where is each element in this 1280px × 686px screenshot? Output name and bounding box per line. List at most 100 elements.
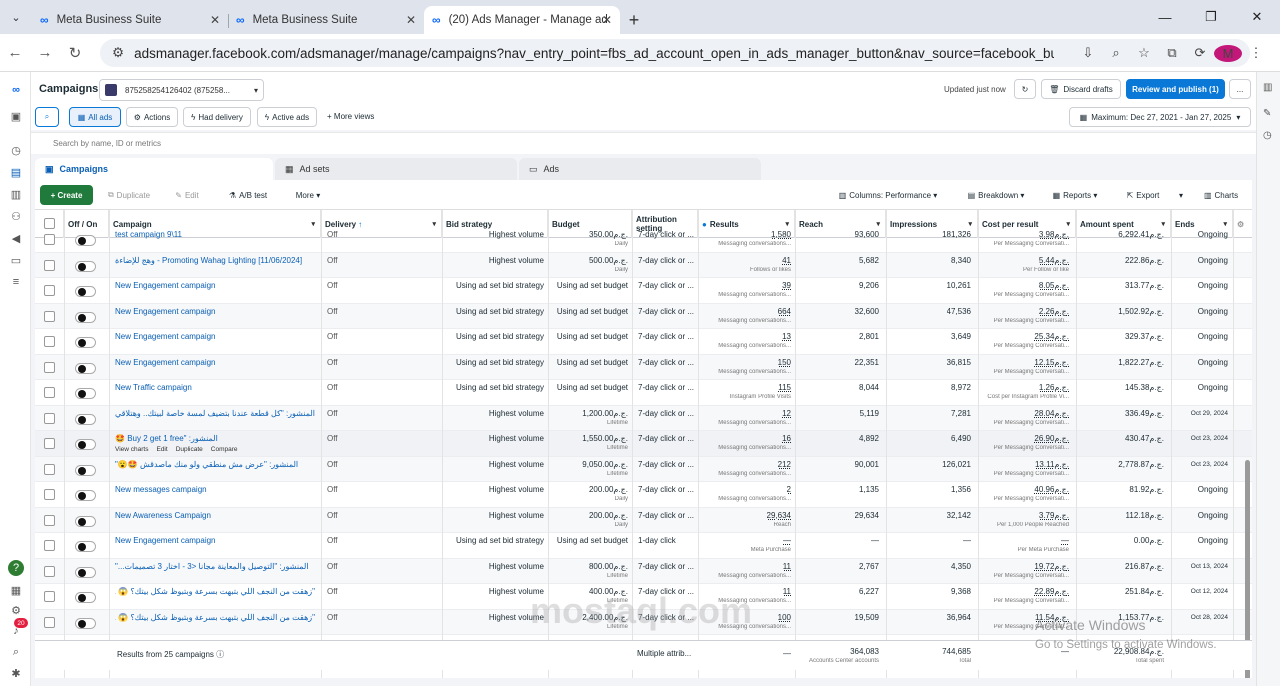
- close-icon[interactable]: ✕: [210, 13, 220, 27]
- delivery-toggle[interactable]: [75, 439, 96, 450]
- table-row[interactable]: المنشور: "التوصيل والمعاينة مجانا <3 - ا…: [35, 558, 1252, 584]
- more-options-button[interactable]: ...: [1229, 79, 1251, 99]
- table-row[interactable]: New Awareness Campaign Off Highest volume 2…: [35, 507, 1252, 533]
- campaign-name-link[interactable]: المنشور: "كل قطعة عندنا بتضيف لمسة خاصة …: [115, 409, 315, 418]
- bug-icon[interactable]: ✱: [8, 665, 24, 681]
- campaign-name-link[interactable]: "زهقت من النجف اللي بتبهت بسرعة وبتبوظ ش…: [115, 587, 315, 596]
- table-row[interactable]: [11/06/2024] Promoting Wahag Lighting - …: [35, 252, 1252, 278]
- active-ads-view[interactable]: ϟ Active ads: [257, 107, 317, 127]
- more-views-button[interactable]: + More views: [327, 112, 374, 121]
- table-row[interactable]: New Engagement campaign Off Using ad set b…: [35, 303, 1252, 329]
- had-delivery-view[interactable]: ϟ Had delivery: [183, 107, 251, 127]
- reports-icon[interactable]: ▦: [8, 582, 24, 598]
- zoom-icon[interactable]: ⌕: [1102, 45, 1130, 61]
- duplicate-action[interactable]: Duplicate: [176, 446, 203, 453]
- delivery-toggle[interactable]: [75, 490, 96, 501]
- campaign-name-link[interactable]: [11/06/2024] Promoting Wahag Lighting - …: [115, 256, 315, 265]
- table-row[interactable]: New Engagement campaign Off Using ad set b…: [35, 278, 1252, 304]
- reports-button[interactable]: ▦ Reports ▾: [1041, 185, 1109, 205]
- audiences-icon[interactable]: ⚇: [8, 208, 24, 224]
- campaign-name-link[interactable]: New Engagement campaign: [115, 536, 315, 545]
- settings-icon[interactable]: ⚙: [8, 602, 24, 618]
- table-row[interactable]: New messages campaign Off Highest volume 20…: [35, 482, 1252, 508]
- review-and-publish-button[interactable]: Review and publish (1): [1126, 79, 1225, 99]
- delivery-toggle[interactable]: [75, 515, 96, 527]
- delivery-toggle[interactable]: [75, 566, 96, 578]
- delivery-toggle[interactable]: [75, 337, 96, 348]
- create-button[interactable]: + Create: [40, 185, 93, 205]
- minimize-icon[interactable]: —: [1142, 0, 1188, 34]
- tab-search-icon[interactable]: ⌄: [0, 0, 32, 34]
- pages-icon[interactable]: ▥: [8, 186, 24, 202]
- table-row[interactable]: New Engagement campaign Off Using ad set b…: [35, 329, 1252, 355]
- row-checkbox[interactable]: [44, 514, 55, 526]
- profile-avatar[interactable]: M: [1214, 44, 1242, 62]
- row-checkbox[interactable]: [44, 591, 55, 602]
- row-checkbox[interactable]: [44, 565, 55, 577]
- search-icon[interactable]: ⌕: [8, 644, 24, 660]
- meta-logo-icon[interactable]: ∞: [8, 82, 24, 98]
- more-button[interactable]: More ▾: [286, 185, 330, 205]
- browser-tab-2[interactable]: ∞ Meta Business Suite ✕: [228, 6, 424, 34]
- row-checkbox[interactable]: [44, 463, 55, 475]
- forward-icon[interactable]: →: [30, 44, 60, 61]
- row-checkbox[interactable]: [44, 412, 55, 424]
- delivery-toggle[interactable]: [75, 311, 96, 323]
- row-checkbox[interactable]: [44, 310, 55, 322]
- help-icon[interactable]: ?: [8, 560, 24, 576]
- table-row[interactable]: New Engagement campaign Off Using ad set b…: [35, 533, 1252, 559]
- campaign-name-link[interactable]: New Engagement campaign: [115, 307, 315, 316]
- edit-pencil-icon[interactable]: ✎: [1263, 108, 1271, 119]
- charts-button[interactable]: ▥ Charts: [1195, 185, 1247, 205]
- row-checkbox[interactable]: [44, 234, 55, 245]
- row-checkbox[interactable]: [44, 361, 55, 373]
- delivery-toggle[interactable]: [75, 235, 96, 246]
- view-charts-action[interactable]: View charts: [115, 446, 148, 453]
- megaphone-icon[interactable]: ◀: [8, 230, 24, 246]
- delivery-toggle[interactable]: [75, 362, 96, 374]
- delivery-toggle[interactable]: [75, 413, 96, 425]
- sync-icon[interactable]: ⟳: [1186, 45, 1214, 61]
- close-window-icon[interactable]: ✕: [1234, 0, 1280, 34]
- search-toggle-button[interactable]: ⌕: [35, 107, 59, 127]
- columns-button[interactable]: ▥ Columns: Performance ▾: [826, 185, 950, 205]
- delivery-toggle[interactable]: [75, 592, 96, 603]
- row-checkbox[interactable]: [44, 387, 55, 398]
- duplicate-button[interactable]: ⧉ Duplicate: [97, 185, 161, 205]
- row-checkbox[interactable]: [44, 438, 55, 449]
- discard-drafts-button[interactable]: 🗑 Discard drafts: [1041, 79, 1121, 99]
- dashboard-icon[interactable]: ◷: [8, 142, 24, 158]
- delivery-toggle[interactable]: [75, 260, 96, 272]
- delivery-toggle[interactable]: [75, 388, 96, 399]
- site-info-icon[interactable]: ⚙: [112, 45, 124, 61]
- delivery-toggle[interactable]: [75, 464, 96, 476]
- history-icon[interactable]: ◷: [1263, 130, 1272, 141]
- campaign-name-link[interactable]: New messages campaign: [115, 485, 315, 494]
- actions-view[interactable]: ⚙ Actions: [126, 107, 178, 127]
- campaign-name-link[interactable]: New Engagement campaign: [115, 281, 315, 290]
- table-row[interactable]: New Traffic campaign Off Using ad set bid …: [35, 380, 1252, 406]
- table-row[interactable]: المنشور: "Buy 2 get 1 free 🤩 View charts E…: [35, 431, 1252, 457]
- close-icon[interactable]: ✕: [406, 13, 416, 27]
- row-checkbox[interactable]: [44, 540, 55, 551]
- refresh-button[interactable]: ↻: [1014, 79, 1036, 99]
- back-icon[interactable]: ←: [0, 44, 30, 61]
- campaign-name-link[interactable]: test campaign 9\11: [115, 230, 315, 239]
- browser-tab-1[interactable]: ∞ Meta Business Suite ✕: [32, 6, 229, 34]
- delivery-toggle[interactable]: [75, 617, 96, 629]
- ad-account-selector[interactable]: 875258254126402 (875258... ▾: [99, 79, 264, 101]
- breakdown-button[interactable]: ▤ Breakdown ▾: [956, 185, 1036, 205]
- row-checkbox[interactable]: [44, 285, 55, 296]
- edit-action[interactable]: Edit: [156, 446, 167, 453]
- tab-ads[interactable]: ▭ Ads: [519, 158, 761, 180]
- install-icon[interactable]: ⇩: [1074, 45, 1102, 61]
- campaign-name-link[interactable]: New Engagement campaign: [115, 332, 315, 341]
- delivery-toggle[interactable]: [75, 286, 96, 297]
- campaign-name-link[interactable]: New Traffic campaign: [115, 383, 315, 392]
- close-icon[interactable]: ✕: [602, 13, 612, 27]
- campaign-name-link[interactable]: "زهقت من النجف اللي بتبهت بسرعة وبتبوظ ش…: [115, 613, 315, 622]
- row-checkbox[interactable]: [44, 616, 55, 628]
- table-row[interactable]: test campaign 9\11 Off Highest volume 350.0…: [35, 227, 1252, 253]
- export-button[interactable]: ⇱ Export: [1115, 185, 1171, 205]
- account-icon[interactable]: ▣: [8, 108, 24, 124]
